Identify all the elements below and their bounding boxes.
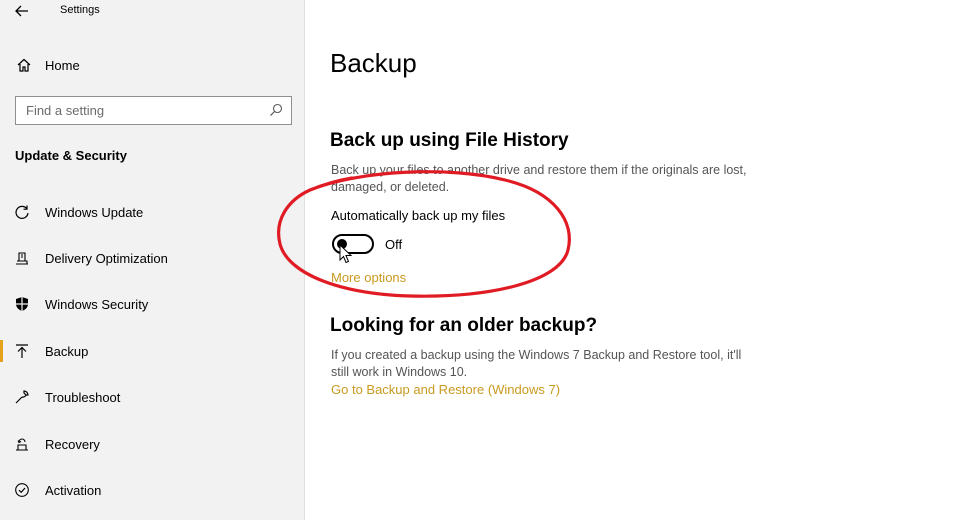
check-circle-icon xyxy=(15,483,29,497)
sidebar-item-troubleshoot[interactable]: Troubleshoot xyxy=(0,380,305,414)
file-history-heading: Back up using File History xyxy=(330,130,569,151)
sidebar-item-recovery[interactable]: Recovery xyxy=(0,427,305,461)
section-title: Update & Security xyxy=(15,148,127,163)
back-arrow-icon xyxy=(15,5,28,17)
sidebar-item-label: Backup xyxy=(45,344,89,359)
search-icon[interactable] xyxy=(269,103,283,117)
backup-arrow-icon xyxy=(16,344,28,358)
toggle-knob xyxy=(337,239,347,249)
main-content: Backup Back up using File History Back u… xyxy=(306,0,960,520)
auto-backup-label: Automatically back up my files xyxy=(331,208,506,223)
sidebar-item-windows-security[interactable]: Windows Security xyxy=(0,287,305,321)
file-history-description: Back up your files to another drive and … xyxy=(331,163,747,194)
page-title: Backup xyxy=(330,48,417,78)
recovery-icon xyxy=(16,438,28,451)
home-label: Home xyxy=(45,58,80,73)
backup-restore-windows7-link[interactable]: Go to Backup and Restore (Windows 7) xyxy=(331,382,560,397)
sidebar-item-label: Troubleshoot xyxy=(45,390,121,405)
sidebar-item-delivery-optimization[interactable]: Delivery Optimization xyxy=(0,241,305,275)
sidebar-item-backup[interactable]: Backup xyxy=(0,334,305,368)
auto-backup-toggle[interactable] xyxy=(332,234,374,254)
sidebar-item-label: Delivery Optimization xyxy=(45,251,168,266)
sidebar-item-windows-update[interactable]: Windows Update xyxy=(0,195,305,229)
wrench-icon xyxy=(15,390,29,404)
back-button[interactable] xyxy=(10,0,34,22)
title-bar: Settings xyxy=(0,0,305,24)
sidebar-item-activation[interactable]: Activation xyxy=(0,473,305,507)
app-title: Settings xyxy=(60,4,100,16)
home-icon xyxy=(17,58,31,72)
refresh-icon xyxy=(15,205,29,219)
sidebar: Settings Home Update & Security Windows … xyxy=(0,0,305,520)
home-nav-item[interactable]: Home xyxy=(0,52,305,78)
selection-indicator xyxy=(0,340,3,362)
older-backup-description: If you created a backup using the Window… xyxy=(331,348,742,379)
sidebar-item-label: Activation xyxy=(45,483,102,498)
more-options-link[interactable]: More options xyxy=(331,270,406,285)
toggle-state-label: Off xyxy=(385,237,403,252)
older-backup-heading: Looking for an older backup? xyxy=(330,315,598,336)
search-input[interactable] xyxy=(16,97,256,124)
sidebar-item-label: Recovery xyxy=(45,437,100,452)
delivery-optimization-icon xyxy=(16,252,28,265)
shield-icon xyxy=(16,297,28,311)
search-box xyxy=(15,96,292,125)
sidebar-item-label: Windows Security xyxy=(45,297,149,312)
sidebar-item-label: Windows Update xyxy=(45,205,144,220)
